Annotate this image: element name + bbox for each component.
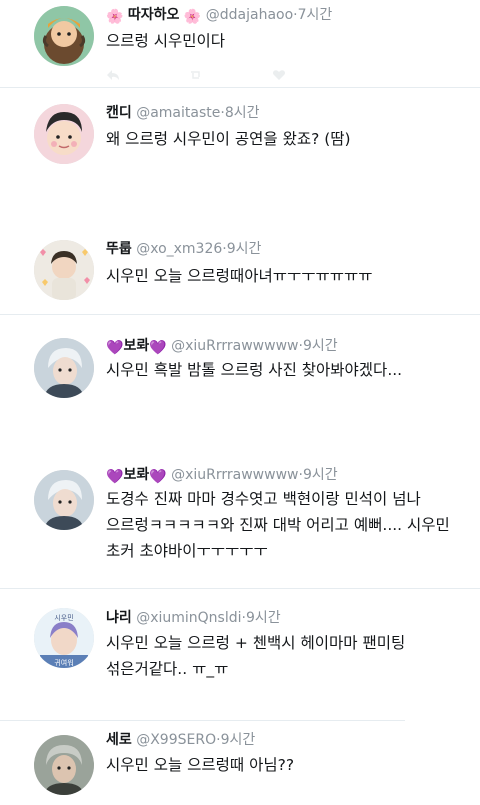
- display-name[interactable]: 냐리: [106, 610, 132, 626]
- handle[interactable]: @amaitaste: [136, 105, 220, 121]
- avatar-image: [34, 735, 94, 795]
- tweet-divider: [0, 720, 405, 721]
- avatar[interactable]: [34, 470, 94, 530]
- display-name[interactable]: 따자하오: [128, 7, 180, 23]
- avatar-image: [34, 338, 94, 398]
- avatar-image: 시우민 귀여워: [34, 608, 94, 668]
- reply-icon[interactable]: [106, 69, 120, 81]
- timestamp[interactable]: 8시간: [225, 105, 260, 121]
- purple-heart-icon: 💜: [149, 340, 167, 356]
- avatar-caption-top: 시우민: [54, 613, 73, 622]
- handle[interactable]: @xiuminQnsldi: [136, 610, 241, 626]
- tweet-text: 도경수 진짜 마마 경수엿고 백현이랑 민석이 넘나 으르렁ㅋㅋㅋㅋㅋ와 진짜 …: [106, 490, 450, 560]
- tweet-divider: [0, 314, 480, 315]
- handle[interactable]: @xo_xm326: [136, 241, 222, 257]
- tweet-text: 시우민 흑발 밤톨 으르렁 사진 찾아봐야겠다...: [106, 361, 403, 379]
- timestamp[interactable]: 9시간: [303, 338, 338, 354]
- tweet-actions: [106, 66, 436, 80]
- timestamp[interactable]: 9시간: [303, 467, 338, 483]
- handle[interactable]: @X99SERO: [136, 732, 216, 748]
- cherry-blossom-icon: 🌸: [183, 9, 202, 25]
- timestamp[interactable]: 9시간: [227, 241, 262, 257]
- tweet-text: 으르렁 시우민이다: [106, 32, 226, 50]
- tweet-text: 시우민 오늘 으르렁 + 첸백시 헤이마마 팬미팅 섞은거같다.. ㅠ_ㅠ: [106, 634, 406, 678]
- avatar[interactable]: [34, 338, 94, 398]
- purple-heart-icon: 💜: [106, 340, 124, 356]
- avatar[interactable]: [34, 104, 94, 164]
- tweet-header: 💜보롸💜 @xiuRrrrawwwww·9시간: [106, 337, 338, 357]
- timestamp[interactable]: 7시간: [298, 7, 333, 23]
- tweet-header: 뚜룹 @xo_xm326·9시간: [106, 240, 261, 258]
- tweet-text: 시우민 오늘 으르렁때 아님??: [106, 756, 295, 774]
- timestamp[interactable]: 9시간: [246, 610, 281, 626]
- tweet-divider: [0, 588, 480, 589]
- display-name[interactable]: 보롸: [123, 338, 149, 354]
- timestamp[interactable]: 9시간: [221, 732, 256, 748]
- display-name[interactable]: 세로: [106, 732, 132, 748]
- purple-heart-icon: 💜: [106, 469, 124, 485]
- tweet-text: 시우민 오늘 으르렁때아녀ㅠㅜㅜㅠㅠㅠㅠ: [106, 267, 373, 285]
- avatar-image: [34, 6, 94, 66]
- tweet-header: 🌸 따자하오 🌸 @ddajahaoo·7시간: [106, 6, 332, 26]
- avatar-caption-bottom: 귀여워: [54, 658, 73, 667]
- avatar[interactable]: [34, 735, 94, 795]
- display-name[interactable]: 뚜룹: [106, 241, 132, 257]
- display-name[interactable]: 보롸: [123, 467, 149, 483]
- tweet-header: 캔디 @amaitaste·8시간: [106, 104, 260, 122]
- tweet-header: 💜보롸💜 @xiuRrrrawwwww·9시간: [106, 466, 338, 486]
- display-name[interactable]: 캔디: [106, 105, 132, 121]
- handle[interactable]: @xiuRrrrawwwww: [171, 467, 298, 483]
- retweet-icon[interactable]: [189, 69, 203, 81]
- tweet-header: 세로 @X99SERO·9시간: [106, 731, 255, 749]
- handle[interactable]: @xiuRrrrawwwww: [171, 338, 298, 354]
- tweet-header: 냐리 @xiuminQnsldi·9시간: [106, 609, 281, 627]
- avatar-image: [34, 240, 94, 300]
- avatar[interactable]: 시우민 귀여워: [34, 608, 94, 668]
- avatar-image: [34, 470, 94, 530]
- avatar[interactable]: [34, 240, 94, 300]
- purple-heart-icon: 💜: [149, 469, 167, 485]
- like-icon[interactable]: [272, 69, 286, 81]
- avatar-image: [34, 104, 94, 164]
- cherry-blossom-icon: 🌸: [106, 9, 124, 25]
- tweet-divider: [0, 87, 480, 88]
- handle[interactable]: @ddajahaoo: [206, 7, 293, 23]
- avatar[interactable]: [34, 6, 94, 66]
- tweet-text: 왜 으르렁 시우민이 공연을 왔죠? (땀): [106, 130, 351, 148]
